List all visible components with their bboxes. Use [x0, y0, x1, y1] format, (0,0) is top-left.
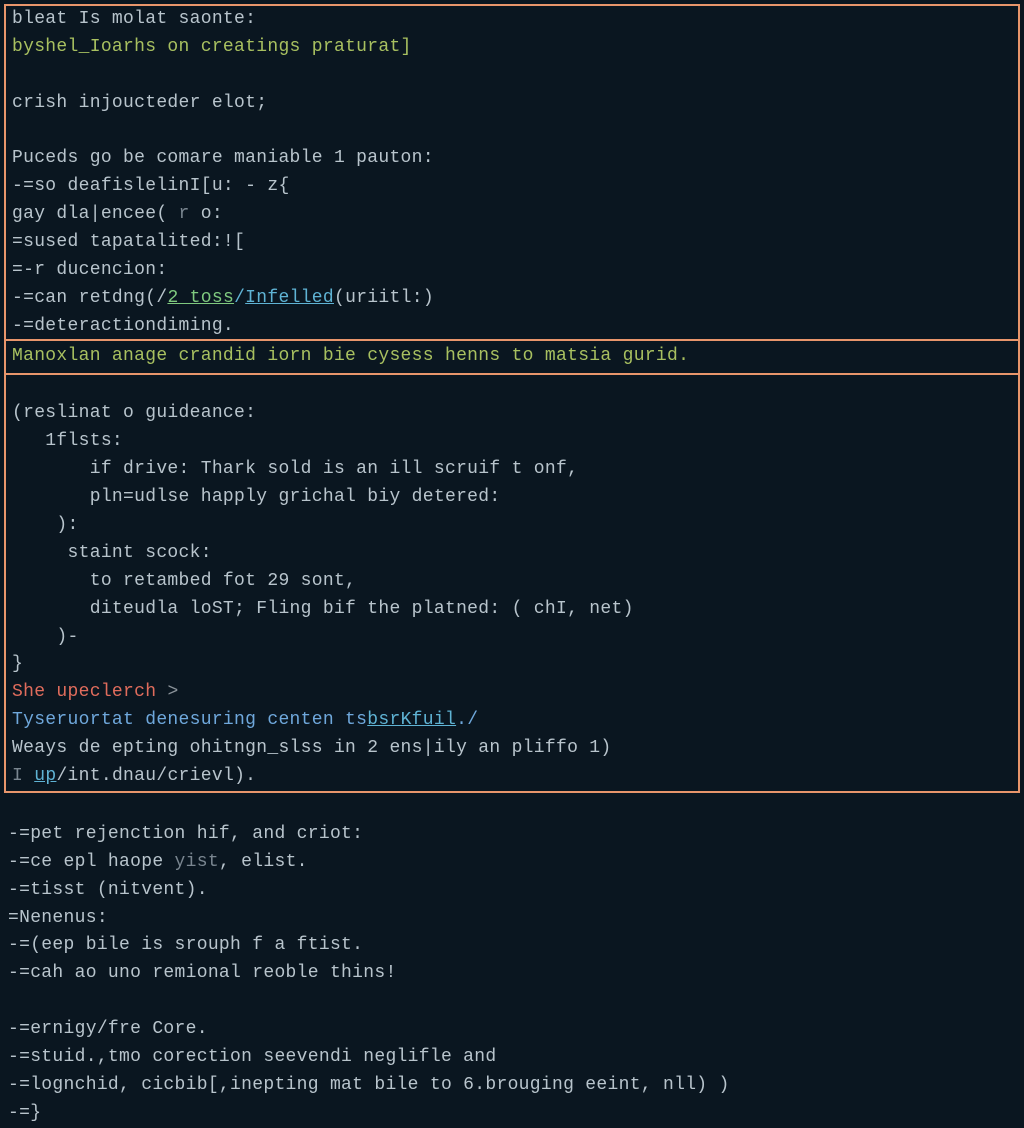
- highlighted-region-inner: Manoxlan anage crandid iorn bie cysess h…: [4, 339, 1020, 375]
- code-line: 1flsts:: [12, 428, 1012, 456]
- code-line: -=lognchid, cicbib[,inepting mat bile to…: [8, 1072, 1016, 1100]
- highlighted-line: Manoxlan anage crandid iorn bie cysess h…: [12, 343, 1012, 371]
- code-line: -=deteractiondiming.: [12, 313, 1012, 341]
- code-line: )-: [12, 624, 1012, 652]
- code-line: -=}: [8, 1100, 1016, 1128]
- code-line: pln=udlse happly grichal biy detered:: [12, 484, 1012, 512]
- code-line: byshel_Ioarhs on creatings praturat]: [12, 34, 1012, 62]
- code-line: -=ce epl haope yist, elist.: [8, 849, 1016, 877]
- code-line: I up/int.dnau/crievl).: [12, 763, 1012, 791]
- code-line: ):: [12, 512, 1012, 540]
- link-text[interactable]: Infelled: [245, 288, 334, 308]
- code-line: if drive: Thark sold is an ill scruif t …: [12, 456, 1012, 484]
- blank-line: [8, 793, 1016, 821]
- code-line: -=pet rejenction hif, and criot:: [8, 821, 1016, 849]
- code-line: -=stuid.,tmo corection seevendi neglifle…: [8, 1044, 1016, 1072]
- code-line: (reslinat o guideance:: [12, 400, 1012, 428]
- code-line: -=so deafislelinI[u: - z{: [12, 173, 1012, 201]
- code-line: -=ernigy/fre Core.: [8, 1016, 1016, 1044]
- link-text[interactable]: up: [34, 766, 56, 786]
- code-line: to retambed fot 29 sont,: [12, 568, 1012, 596]
- blank-line: [12, 62, 1012, 90]
- code-line: Puceds go be comare maniable 1 pauton:: [12, 145, 1012, 173]
- code-line: }: [12, 651, 1012, 679]
- link-text[interactable]: bsrKfuil: [367, 710, 456, 730]
- blank-line: [8, 988, 1016, 1016]
- code-line: -=tisst (nitvent).: [8, 877, 1016, 905]
- code-line: staint scock:: [12, 540, 1012, 568]
- code-line: Weays de epting ohitngn_slss in 2 ens|il…: [12, 735, 1012, 763]
- code-line: =Nenenus:: [8, 905, 1016, 933]
- code-line: =-r ducencion:: [12, 257, 1012, 285]
- code-line: gay dla|encee( r o:: [12, 201, 1012, 229]
- blank-line: [12, 373, 1012, 401]
- code-line: She upeclerch >: [12, 679, 1012, 707]
- blank-line: [12, 118, 1012, 146]
- code-line: -=can retdng(/2 toss/Infelled(uriitl:): [12, 285, 1012, 313]
- code-line: diteudla loST; Fling bif the platned: ( …: [12, 596, 1012, 624]
- code-line: Tyseruortat denesuring centen tsbsrKfuil…: [12, 707, 1012, 735]
- code-line: crish injoucteder elot;: [12, 90, 1012, 118]
- link-text[interactable]: 2 toss: [167, 288, 234, 308]
- code-line: -=(eep bile is srouph f a ftist.: [8, 932, 1016, 960]
- code-line: =sused tapatalited:![: [12, 229, 1012, 257]
- code-line: -=cah ao uno remional reoble thins!: [8, 960, 1016, 988]
- code-line: bleat Is molat saonte:: [12, 6, 1012, 34]
- highlighted-region-outer: bleat Is molat saonte: byshel_Ioarhs on …: [4, 4, 1020, 793]
